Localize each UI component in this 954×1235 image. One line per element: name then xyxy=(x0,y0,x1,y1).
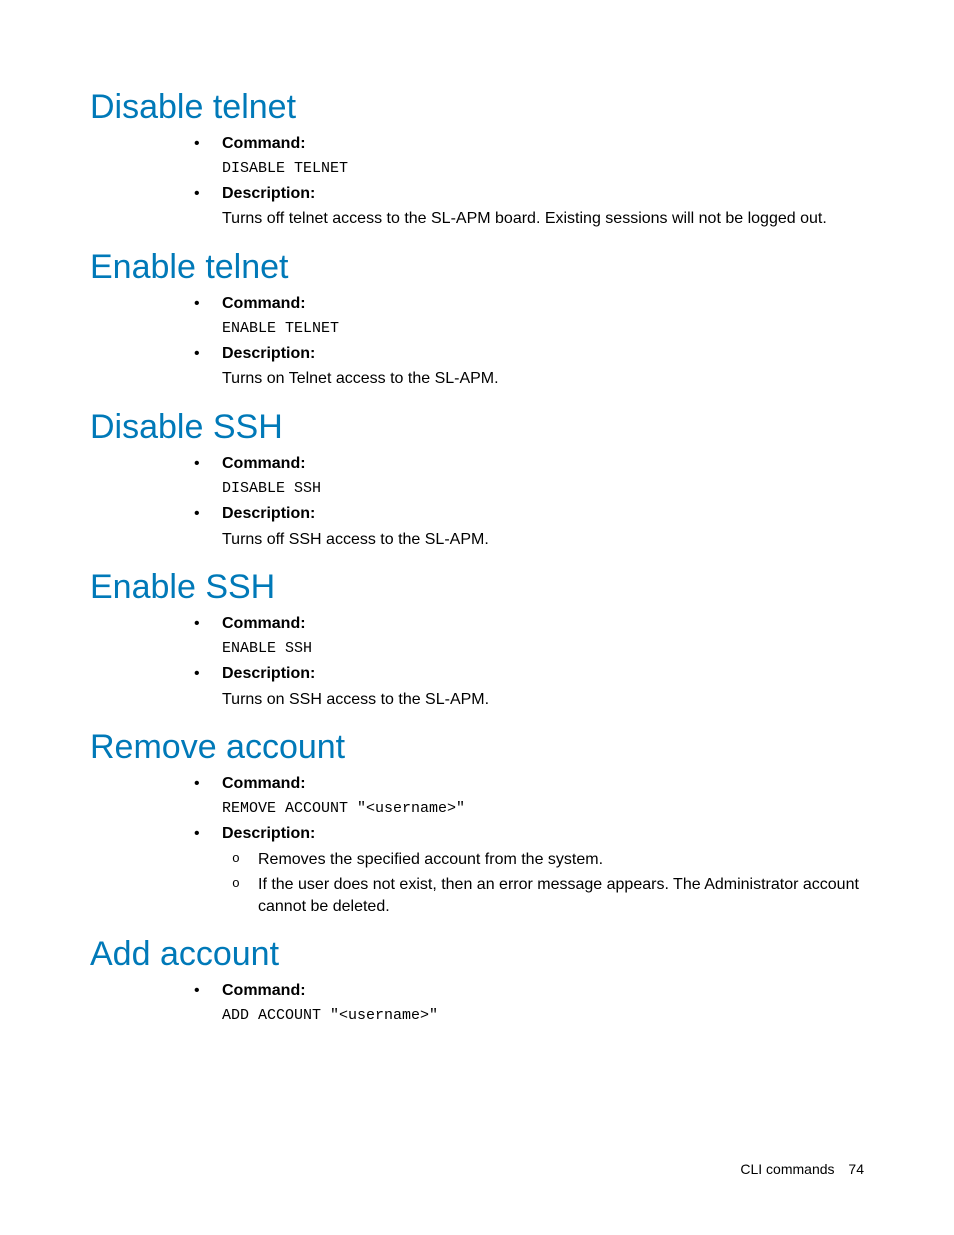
item-label: Command: xyxy=(222,135,306,152)
list-item: Command: ADD ACCOUNT "<username>" xyxy=(186,980,864,1026)
item-label: Command: xyxy=(222,775,306,792)
list-item: Description: Turns on Telnet access to t… xyxy=(186,343,864,390)
bullet-list: Command: DISABLE TELNET Description: Tur… xyxy=(186,133,864,230)
bullet-list: Command: ENABLE TELNET Description: Turn… xyxy=(186,293,864,390)
code-text: REMOVE ACCOUNT "<username>" xyxy=(222,799,864,819)
item-label: Description: xyxy=(222,665,315,682)
footer-page-number: 74 xyxy=(848,1161,864,1177)
list-item: Command: ENABLE TELNET xyxy=(186,293,864,339)
item-label: Command: xyxy=(222,455,306,472)
item-label: Command: xyxy=(222,982,306,999)
section-heading: Disable telnet xyxy=(90,88,864,127)
section-heading: Enable telnet xyxy=(90,248,864,287)
section-heading: Remove account xyxy=(90,728,864,767)
description-text: Turns on SSH access to the SL-APM. xyxy=(222,689,864,711)
bullet-list: Command: DISABLE SSH Description: Turns … xyxy=(186,453,864,550)
list-item: Description: Turns off SSH access to the… xyxy=(186,503,864,550)
description-text: Turns on Telnet access to the SL-APM. xyxy=(222,368,864,390)
section-heading: Enable SSH xyxy=(90,568,864,607)
item-label: Description: xyxy=(222,505,315,522)
section-heading: Disable SSH xyxy=(90,408,864,447)
code-text: ADD ACCOUNT "<username>" xyxy=(222,1006,864,1026)
list-item: Command: DISABLE SSH xyxy=(186,453,864,499)
sub-bullet-list: Removes the specified account from the s… xyxy=(222,849,864,918)
section-heading: Add account xyxy=(90,935,864,974)
page-container: Disable telnet Command: DISABLE TELNET D… xyxy=(0,0,954,1235)
sub-list-item: If the user does not exist, then an erro… xyxy=(222,874,864,917)
item-label: Command: xyxy=(222,615,306,632)
footer-label: CLI commands xyxy=(740,1161,834,1177)
list-item: Description: Removes the specified accou… xyxy=(186,823,864,917)
list-item: Description: Turns off telnet access to … xyxy=(186,183,864,230)
list-item: Command: ENABLE SSH xyxy=(186,613,864,659)
list-item: Command: DISABLE TELNET xyxy=(186,133,864,179)
code-text: ENABLE TELNET xyxy=(222,319,864,339)
bullet-list: Command: REMOVE ACCOUNT "<username>" Des… xyxy=(186,773,864,917)
list-item: Command: REMOVE ACCOUNT "<username>" xyxy=(186,773,864,819)
item-label: Description: xyxy=(222,185,315,202)
item-label: Command: xyxy=(222,295,306,312)
code-text: ENABLE SSH xyxy=(222,639,864,659)
sub-list-item: Removes the specified account from the s… xyxy=(222,849,864,871)
code-text: DISABLE SSH xyxy=(222,479,864,499)
page-footer: CLI commands 74 xyxy=(740,1161,864,1177)
bullet-list: Command: ADD ACCOUNT "<username>" xyxy=(186,980,864,1026)
code-text: DISABLE TELNET xyxy=(222,159,864,179)
description-text: Turns off SSH access to the SL-APM. xyxy=(222,529,864,551)
item-label: Description: xyxy=(222,345,315,362)
description-text: Turns off telnet access to the SL-APM bo… xyxy=(222,208,864,230)
item-label: Description: xyxy=(222,825,315,842)
bullet-list: Command: ENABLE SSH Description: Turns o… xyxy=(186,613,864,710)
list-item: Description: Turns on SSH access to the … xyxy=(186,663,864,710)
